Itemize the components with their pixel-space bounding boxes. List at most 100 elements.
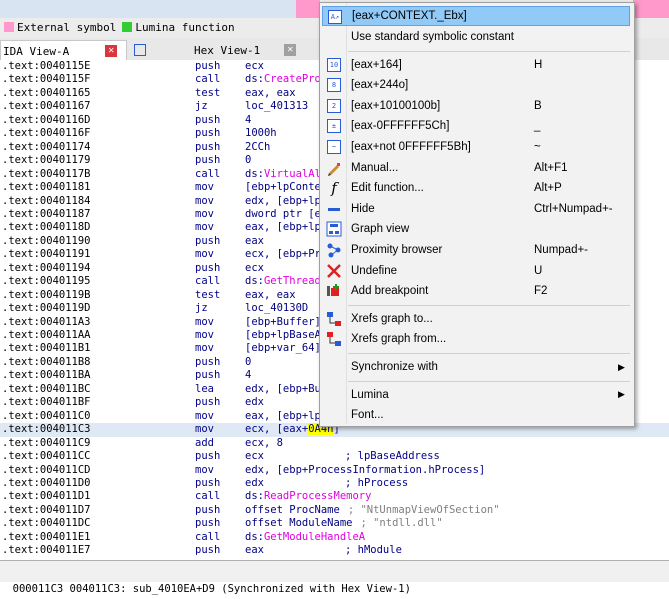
row-mnemonic: mov — [195, 248, 214, 261]
row-mnemonic: push — [195, 369, 221, 382]
menu-item[interactable]: Xrefs graph from... — [322, 329, 630, 349]
table-row[interactable]: .text:004011D1 call ds:ReadProcessMemory — [0, 490, 669, 504]
row-address: .text:004011DC — [2, 517, 91, 530]
menu-item[interactable]: Synchronize with ▶ — [322, 357, 630, 377]
row-comment: ; lpBaseAddress — [345, 450, 440, 463]
menu-item-shortcut: Ctrl+Numpad+- — [534, 202, 613, 215]
close-icon[interactable]: ✕ — [105, 45, 118, 57]
string-comment: ; "NtUnmapViewOfSection" — [347, 503, 500, 516]
menu-item[interactable]: Undefine U — [322, 261, 630, 281]
row-mnemonic: call — [195, 167, 221, 180]
row-address: .text:004011D0 — [2, 476, 91, 489]
row-mnemonic: push — [195, 544, 221, 557]
menu-item[interactable]: Manual... Alt+F1 — [322, 158, 630, 178]
menu-item-label: [eax+10100100b] — [351, 99, 441, 112]
table-row[interactable]: .text:004011CD mov edx, [ebp+ProcessInform… — [0, 464, 669, 478]
row-operands: ds:ReadProcessMemory — [245, 490, 371, 504]
row-operands: ecx — [245, 262, 264, 276]
navigation-band[interactable] — [0, 0, 296, 18]
menu-item[interactable]: f Edit function... Alt+P — [322, 178, 630, 198]
menu-item-shortcut: Numpad+- — [534, 244, 589, 256]
table-row[interactable]: .text:004011E1 call ds:GetModuleHandleA — [0, 531, 669, 545]
row-operands: 2CCh — [245, 141, 270, 155]
struct-offset-icon: A↗ — [327, 9, 343, 25]
row-operands: eax, [ebp+lp — [245, 410, 321, 424]
row-address: .text:00401181 — [2, 181, 91, 194]
xrefs-from-icon — [326, 331, 342, 347]
row-mnemonic: push — [195, 127, 221, 140]
menu-item-shortcut: B — [534, 99, 542, 112]
tab-ida-view-a[interactable]: IDA View-A ✕ — [0, 40, 127, 61]
row-mnemonic: push — [195, 396, 221, 409]
row-address: .text:00401187 — [2, 207, 91, 220]
menu-item[interactable]: Hide Ctrl+Numpad+- — [322, 199, 630, 219]
xrefs-to-icon — [326, 311, 342, 327]
menu-item[interactable]: Proximity browser Numpad+- — [322, 240, 630, 260]
menu-item-label: Lumina — [351, 388, 389, 401]
close-icon[interactable]: ✕ — [284, 44, 297, 56]
row-address: .text:004011CC — [2, 450, 91, 463]
row-address: .text:004011D1 — [2, 490, 91, 503]
menu-item[interactable]: 2 [eax+10100100b] B — [322, 96, 630, 116]
table-row[interactable]: .text:004011E7 push eax ; hModule — [0, 544, 669, 558]
row-operands: ecx — [245, 60, 264, 74]
tab-hex-view-1[interactable]: Hex View-1 ✕ — [130, 40, 315, 60]
operand-text: 2CCh — [245, 140, 271, 153]
menu-item[interactable]: Add breakpoint F2 — [322, 281, 630, 301]
menu-item[interactable]: Xrefs graph to... — [322, 309, 630, 329]
row-mnemonic: mov — [195, 423, 214, 436]
row-address: .text:0040119D — [2, 302, 91, 315]
decimal-icon: 10 — [326, 57, 342, 73]
row-mnemonic: push — [195, 113, 221, 126]
api-name[interactable]: VirtualAl — [264, 168, 321, 180]
row-address: .text:004011AA — [2, 329, 91, 341]
menu-item[interactable]: A↗ [eax+CONTEXT._Ebx] — [322, 6, 630, 26]
row-address: .text:004011E1 — [2, 530, 91, 543]
operand-text: dword ptr [e — [245, 207, 321, 220]
row-operands: ds:VirtualAl — [245, 168, 321, 182]
row-operands: [ebp+lpBaseA — [245, 329, 321, 343]
row-operands: loc_40130D — [245, 302, 308, 316]
row-mnemonic: jz — [195, 302, 208, 315]
menu-item[interactable]: Font... — [322, 405, 630, 425]
menu-item-label: [eax-0FFFFFF5Ch] — [351, 120, 450, 133]
menu-item[interactable]: 8 [eax+244o] — [322, 75, 630, 95]
navigation-band-external — [296, 0, 320, 18]
chevron-right-icon: ▶ — [618, 361, 625, 372]
api-name[interactable]: GetModuleHandleA — [264, 531, 365, 543]
row-mnemonic: mov — [195, 329, 214, 341]
menu-item[interactable]: Use standard symbolic constant — [322, 27, 630, 47]
operand-text: ds: — [245, 530, 264, 543]
row-address: .text:00401165 — [2, 86, 91, 99]
menu-item[interactable]: ~ [eax+not 0FFFFFF5Bh] ~ — [322, 137, 630, 157]
row-address: .text:004011CD — [2, 463, 91, 476]
table-row[interactable]: .text:004011C9 add ecx, 8 — [0, 437, 669, 451]
menu-item-label: Xrefs graph to... — [351, 312, 433, 325]
api-name[interactable]: ReadProcessMemory — [264, 490, 371, 502]
table-row[interactable]: .text:004011D7 push offset ProcName ; "NtUn… — [0, 504, 669, 518]
operand-text: eax, [ebp+lp — [245, 409, 321, 422]
table-row[interactable]: .text:004011CC push ecx ; lpBaseAddress — [0, 450, 669, 464]
chevron-right-icon: ▶ — [618, 389, 625, 400]
menu-item[interactable]: Graph view — [322, 219, 630, 239]
row-mnemonic: lea — [195, 382, 214, 395]
api-name[interactable]: CreatePro — [264, 73, 321, 85]
table-row[interactable]: .text:004011DC push offset ModuleName ; "nt… — [0, 517, 669, 531]
operand-text: [ebp+lpConte — [245, 181, 321, 194]
operand-text: [ebp+Buffer] — [245, 315, 321, 328]
menu-item[interactable]: ± [eax-0FFFFFF5Ch] _ — [322, 116, 630, 136]
api-name[interactable]: GetThread — [264, 275, 321, 287]
menu-separator — [348, 50, 630, 52]
row-operands: offset ModuleName ; "ntdll.dll" — [245, 517, 443, 531]
menu-item[interactable]: 10 [eax+164] H — [322, 55, 630, 75]
operand-text: [ebp+var_64] — [245, 342, 321, 355]
row-address: .text:004011BC — [2, 382, 91, 395]
row-operands: eax, eax — [245, 87, 296, 101]
navigation-band-external-right — [633, 0, 669, 18]
string-comment: ; "ntdll.dll" — [360, 517, 443, 530]
function-icon: f — [331, 179, 337, 198]
menu-item[interactable]: Lumina ▶ — [322, 385, 630, 405]
operand-text: ecx — [245, 261, 264, 274]
row-address: .text:0040116F — [2, 127, 91, 140]
table-row[interactable]: .text:004011D0 push edx ; hProcess — [0, 477, 669, 491]
